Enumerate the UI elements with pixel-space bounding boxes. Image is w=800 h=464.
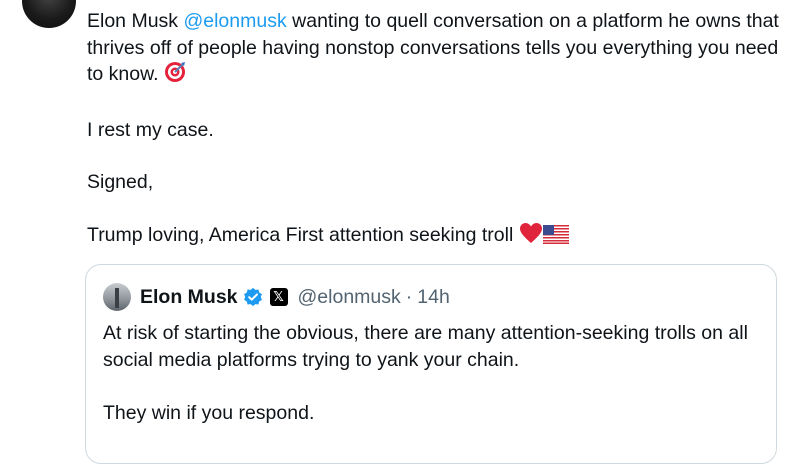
quoted-author-handle[interactable]: @elonmusk xyxy=(298,286,401,309)
reply-paragraph-1: Elon Musk @elonmusk wanting to quell con… xyxy=(87,8,792,91)
verified-badge-icon xyxy=(243,287,263,307)
red-heart-icon xyxy=(519,222,543,252)
us-flag-icon xyxy=(542,224,569,252)
quoted-tweet-timestamp[interactable]: 14h xyxy=(417,286,450,309)
quoted-tweet-header: Elon Musk 𝕏 @elonmusk · 14h xyxy=(103,283,450,311)
reply-paragraph-2: I rest my case. xyxy=(87,118,214,141)
reply-paragraph-4: Trump loving, America First attention se… xyxy=(87,222,792,252)
quoted-paragraph-1: At risk of starting the obvious, there a… xyxy=(103,322,748,371)
reply-tweet-text: Elon Musk @elonmusk wanting to quell con… xyxy=(87,8,792,251)
reply-paragraph-3: Signed, xyxy=(87,171,154,193)
header-separator: · xyxy=(405,285,413,308)
quoted-tweet-card[interactable]: Elon Musk 𝕏 @elonmusk · 14h At risk of s… xyxy=(85,264,777,464)
author-avatar[interactable] xyxy=(22,0,76,28)
quoted-author-name[interactable]: Elon Musk xyxy=(140,286,238,309)
quoted-tweet-text: At risk of starting the obvious, there a… xyxy=(103,320,763,427)
x-logo-icon: 𝕏 xyxy=(269,288,288,306)
direct-hit-target-icon xyxy=(164,61,186,91)
reply-paragraph-4-text: Trump loving, America First attention se… xyxy=(87,223,514,246)
quoted-author-avatar[interactable] xyxy=(103,283,131,311)
mention-link[interactable]: @elonmusk xyxy=(183,10,286,32)
reply-text-start: Elon Musk xyxy=(87,10,184,32)
